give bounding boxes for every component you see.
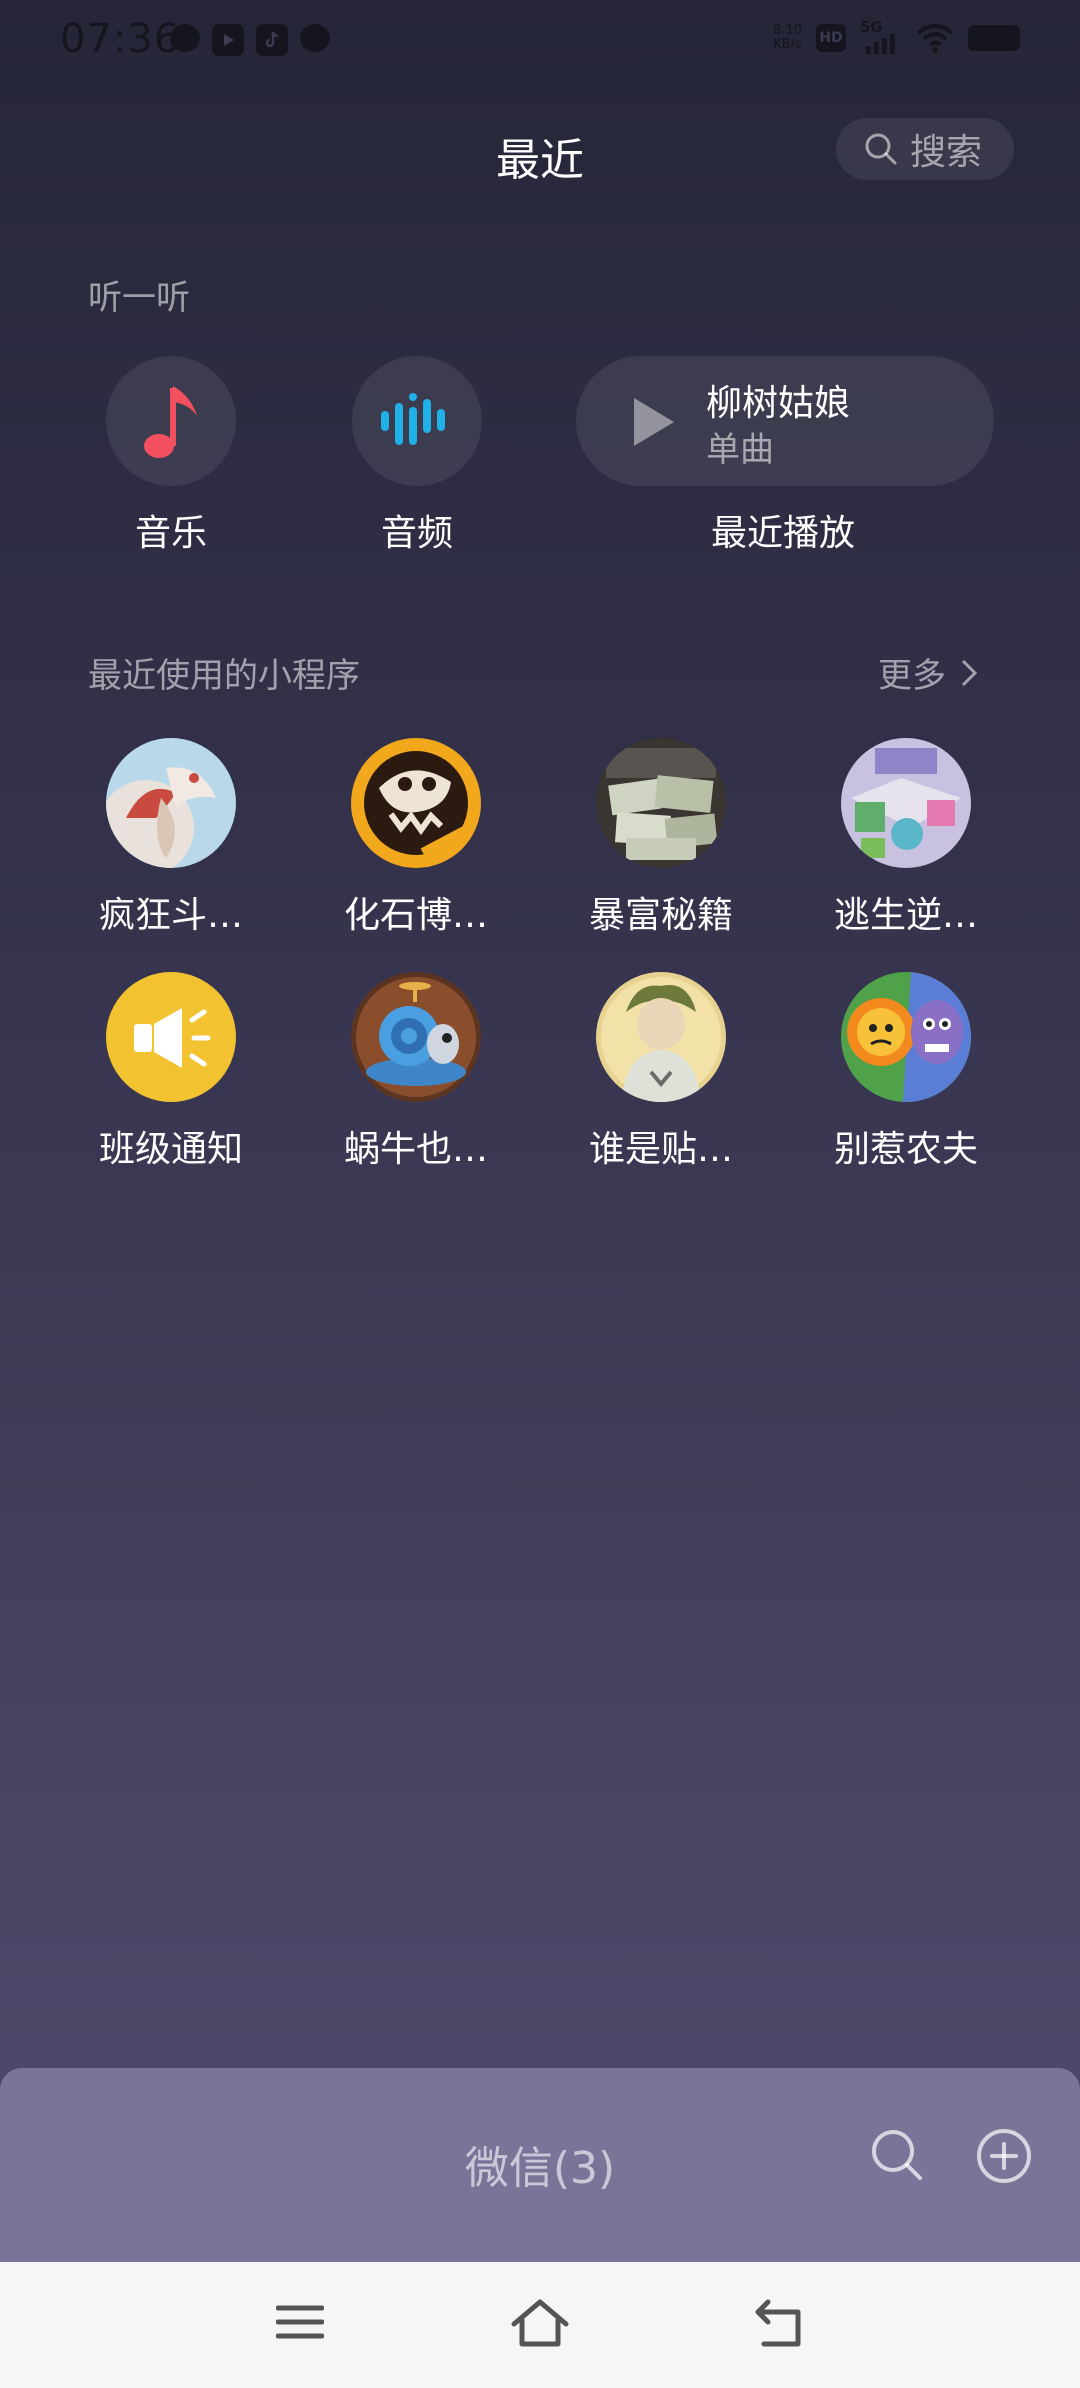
music-label: 音乐 [134,513,207,554]
net-speed: 8.10 KB/s [773,24,802,52]
video-app-icon [212,24,244,56]
network-type: 5G [860,18,883,36]
recent-play-card[interactable]: 柳树姑娘 单曲 [576,356,994,486]
mini-program-item[interactable]: 暴富秘籍 [551,738,771,938]
status-bar: 07:36 8.10 KB/s HD 5G [0,0,1080,84]
mini-program-item[interactable]: 别惹农夫 [796,972,1016,1172]
plus-circle-icon [977,2129,1031,2183]
listen-section-label: 听一听 [88,278,190,318]
wechat-search-button[interactable] [870,2128,924,2186]
fossil-museum-icon [351,738,481,868]
character-icon [596,972,726,1102]
play-icon [634,398,674,446]
snail-icon [351,972,481,1102]
mini-program-item[interactable]: 化石博… [306,738,526,938]
music-note-icon [144,386,197,458]
money-stacks-icon [596,738,726,868]
hd-badge: HD [816,24,846,52]
search-label: 搜索 [910,132,983,173]
mini-program-name: 别惹农夫 [833,1129,978,1170]
megaphone-icon [106,972,236,1102]
escape-city-icon [841,738,971,868]
app-notification-icon [170,24,200,52]
mini-program-item[interactable]: 谁是贴… [551,972,771,1172]
mini-programs-section-label: 最近使用的小程序 [88,656,360,696]
recent-song-title: 柳树姑娘 [706,383,851,424]
mini-program-item[interactable]: 逃生逆… [796,738,1016,938]
home-icon [511,2299,569,2347]
audio-button[interactable] [352,356,482,486]
mini-program-name: 疯狂斗… [98,895,243,936]
mini-program-name: 逃生逆… [833,895,978,936]
nav-menu-button[interactable] [275,2298,325,2350]
menu-icon [275,2305,325,2339]
wifi-icon [916,24,954,53]
status-time: 07:36 [60,16,181,62]
fighting-birds-icon [106,738,236,868]
mini-program-item[interactable]: 蜗牛也… [306,972,526,1172]
mini-program-item[interactable]: 疯狂斗… [61,738,281,938]
tiktok-icon [256,24,288,56]
mini-program-name: 暴富秘籍 [588,895,733,936]
wechat-pull-bar[interactable]: 微信(3) [0,2068,1080,2262]
chevron-right-icon [961,659,978,686]
mini-program-name: 班级通知 [98,1129,243,1170]
more-label: 更多 [878,656,946,696]
signal-icon: 5G [860,18,902,54]
mini-program-name: 化石博… [343,895,488,936]
net-speed-value: 8.10 [773,23,802,38]
mini-program-name: 蜗牛也… [343,1129,488,1170]
status-right-icons: 8.10 KB/s HD 5G [773,18,1020,54]
net-speed-unit: KB/s [773,37,802,52]
mini-program-name: 谁是贴… [588,1129,733,1170]
dont-mess-farmer-icon [841,972,971,1102]
message-icon [300,24,330,52]
music-button[interactable] [106,356,236,486]
recent-play-label: 最近播放 [710,513,855,554]
audio-wave-icon [381,393,445,445]
nav-back-button[interactable] [754,2298,806,2352]
nav-home-button[interactable] [510,2298,570,2352]
status-notification-icons [170,24,330,56]
mini-program-item[interactable]: 班级通知 [61,972,281,1172]
audio-label: 音频 [380,513,453,554]
back-icon [755,2299,801,2347]
search-button[interactable]: 搜索 [836,118,1014,180]
battery-icon [968,25,1020,51]
search-icon [872,2130,922,2180]
search-icon [865,133,897,165]
more-link[interactable]: 更多 [878,648,978,697]
wechat-add-button[interactable] [976,2128,1032,2188]
recent-song-type: 单曲 [706,430,774,470]
system-nav-bar [0,2262,1080,2388]
